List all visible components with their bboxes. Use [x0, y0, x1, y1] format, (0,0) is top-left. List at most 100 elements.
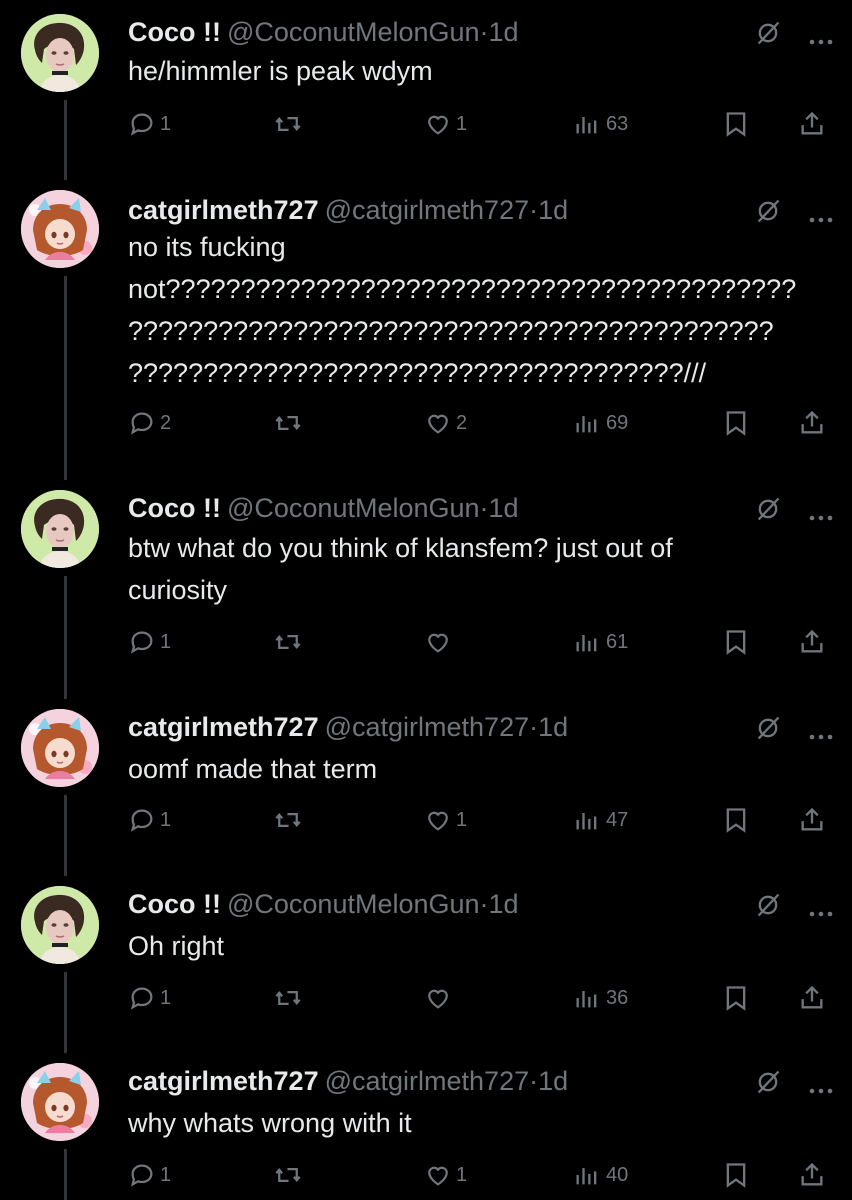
tweet-header: catgirlmeth727 @catgirlmeth727·1d: [128, 1061, 852, 1101]
timestamp[interactable]: 1d: [489, 493, 519, 523]
avatar[interactable]: [21, 709, 99, 787]
repost-icon: [273, 628, 303, 656]
like-button[interactable]: 1: [424, 1157, 467, 1193]
views-button[interactable]: 69: [572, 405, 628, 441]
author-name[interactable]: catgirlmeth727: [128, 195, 319, 225]
tweet-text: he/himmler is peak wdym: [128, 56, 433, 86]
author-name[interactable]: Coco !!: [128, 889, 221, 919]
like-button[interactable]: 2: [424, 405, 467, 441]
separator: ·: [529, 1066, 539, 1096]
author-handle[interactable]: @catgirlmeth727: [325, 195, 530, 225]
views-button[interactable]: 47: [572, 802, 628, 838]
bookmark-icon: [722, 627, 750, 657]
avatar[interactable]: [21, 1063, 99, 1141]
reply-button[interactable]: 1: [128, 1157, 171, 1193]
share-icon: [798, 627, 826, 657]
views-icon: [572, 984, 602, 1012]
more-icon[interactable]: [808, 890, 834, 930]
reply-button[interactable]: 1: [128, 106, 171, 142]
bookmark-button[interactable]: [722, 802, 750, 838]
grok-icon[interactable]: [754, 713, 782, 753]
bookmark-icon: [722, 109, 750, 139]
reply-count: 1: [160, 1163, 172, 1186]
more-icon[interactable]: [808, 1067, 834, 1107]
like-button[interactable]: 1: [424, 802, 467, 838]
like-count: 1: [456, 112, 468, 135]
thread-connector-line: [64, 795, 67, 876]
reply-count: 1: [160, 986, 172, 1009]
bookmark-button[interactable]: [722, 106, 750, 142]
thread-connector-line: [64, 276, 67, 480]
author-name[interactable]: Coco !!: [128, 493, 221, 523]
like-button[interactable]: [424, 624, 456, 660]
author-handle[interactable]: @CoconutMelonGun: [227, 493, 480, 523]
bookmark-button[interactable]: [722, 980, 750, 1016]
author-name[interactable]: catgirlmeth727: [128, 1066, 319, 1096]
reply-button[interactable]: 1: [128, 802, 171, 838]
avatar[interactable]: [21, 490, 99, 568]
views-button[interactable]: 61: [572, 624, 628, 660]
views-button[interactable]: 63: [572, 106, 628, 142]
share-button[interactable]: [798, 980, 826, 1016]
timestamp[interactable]: 1d: [538, 195, 568, 225]
reply-icon: [128, 409, 156, 437]
share-button[interactable]: [798, 624, 826, 660]
tweet-actions: 1 36: [128, 980, 852, 1016]
timestamp[interactable]: 1d: [538, 1066, 568, 1096]
avatar[interactable]: [21, 14, 99, 92]
author-handle[interactable]: @CoconutMelonGun: [227, 889, 480, 919]
reply-icon: [128, 110, 156, 138]
more-icon[interactable]: [808, 713, 834, 753]
share-icon: [798, 408, 826, 438]
views-icon: [572, 409, 602, 437]
reply-count: 2: [160, 411, 172, 434]
author-handle[interactable]: @catgirlmeth727: [325, 1066, 530, 1096]
bookmark-icon: [722, 805, 750, 835]
reply-icon: [128, 806, 156, 834]
reply-button[interactable]: 1: [128, 624, 171, 660]
views-icon: [572, 1161, 602, 1189]
author-handle[interactable]: @catgirlmeth727: [325, 712, 530, 742]
share-icon: [798, 983, 826, 1013]
avatar[interactable]: [21, 886, 99, 964]
repost-button[interactable]: [273, 802, 307, 838]
repost-button[interactable]: [273, 106, 307, 142]
tweet-text: no its fucking not??????????????????????…: [128, 232, 797, 388]
bookmark-icon: [722, 408, 750, 438]
timestamp[interactable]: 1d: [489, 17, 519, 47]
bookmark-icon: [722, 1160, 750, 1190]
share-button[interactable]: [798, 1157, 826, 1193]
reply-button[interactable]: 2: [128, 405, 171, 441]
repost-button[interactable]: [273, 980, 307, 1016]
share-button[interactable]: [798, 405, 826, 441]
share-icon: [798, 1160, 826, 1190]
reply-icon: [128, 1161, 156, 1189]
grok-icon[interactable]: [754, 890, 782, 930]
share-button[interactable]: [798, 802, 826, 838]
timestamp[interactable]: 1d: [489, 889, 519, 919]
grok-icon[interactable]: [754, 1067, 782, 1107]
timestamp[interactable]: 1d: [538, 712, 568, 742]
views-icon: [572, 110, 602, 138]
author-handle[interactable]: @CoconutMelonGun: [227, 17, 480, 47]
like-button[interactable]: 1: [424, 106, 467, 142]
avatar[interactable]: [21, 190, 99, 268]
views-button[interactable]: 40: [572, 1157, 628, 1193]
reply-icon: [128, 628, 156, 656]
bookmark-button[interactable]: [722, 1157, 750, 1193]
share-icon: [798, 805, 826, 835]
reply-button[interactable]: 1: [128, 980, 171, 1016]
repost-icon: [273, 984, 303, 1012]
repost-button[interactable]: [273, 624, 307, 660]
bookmark-button[interactable]: [722, 405, 750, 441]
share-button[interactable]: [798, 106, 826, 142]
tweet-header: catgirlmeth727 @catgirlmeth727·1d: [128, 707, 852, 747]
repost-button[interactable]: [273, 1157, 307, 1193]
repost-button[interactable]: [273, 405, 307, 441]
views-button[interactable]: 36: [572, 980, 628, 1016]
like-icon: [424, 984, 452, 1012]
author-name[interactable]: catgirlmeth727: [128, 712, 319, 742]
author-name[interactable]: Coco !!: [128, 17, 221, 47]
bookmark-button[interactable]: [722, 624, 750, 660]
like-button[interactable]: [424, 980, 456, 1016]
